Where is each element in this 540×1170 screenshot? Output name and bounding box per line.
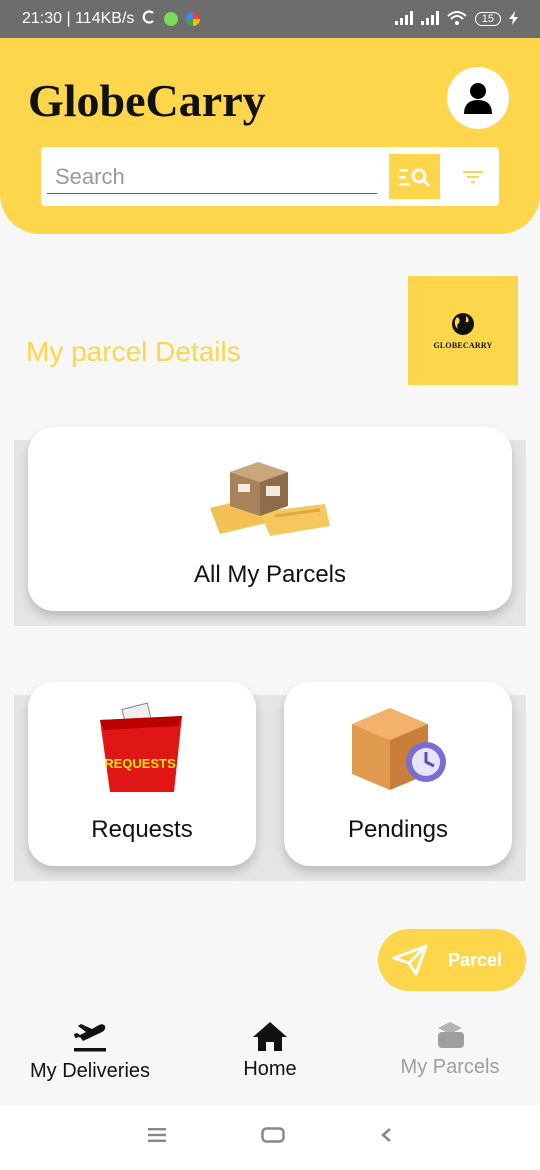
search-button[interactable] [389, 154, 440, 199]
brand-title: GlobeCarry [28, 75, 266, 126]
nav-my-deliveries[interactable]: My Deliveries [0, 1020, 180, 1083]
flight-takeoff-icon [74, 1024, 106, 1052]
status-time: 21:30 | 114KB/s [22, 10, 135, 27]
signal-icon [394, 10, 413, 28]
bottom-navigation: My Deliveries Home My Parcels [0, 1010, 540, 1105]
send-parcel-label: Parcel [448, 949, 503, 970]
search-input[interactable] [47, 160, 377, 194]
nav-home-label: Home [243, 1058, 297, 1080]
parcels-illustration-icon [210, 462, 330, 536]
search-bar [41, 147, 499, 206]
user-icon [464, 83, 492, 114]
back-icon[interactable] [380, 1127, 392, 1148]
app-notification-icon [164, 12, 179, 26]
home-icon [253, 1022, 287, 1051]
globe-icon [452, 313, 474, 335]
wifi-icon [447, 10, 467, 29]
all-my-parcels-card[interactable]: All My Parcels [28, 427, 512, 611]
app-header: GlobeCarry [0, 38, 540, 234]
pendings-label: Pendings [347, 816, 449, 843]
nav-my-parcels[interactable]: My Parcels [360, 1020, 540, 1079]
filter-button[interactable] [461, 165, 485, 189]
requests-card[interactable]: REQUESTS Requests [28, 682, 256, 866]
chrome-icon [186, 12, 201, 26]
status-bar: 21:30 | 114KB/s 15 [0, 0, 540, 38]
requests-art-text: REQUESTS [104, 756, 176, 771]
nav-home[interactable]: Home [180, 1020, 360, 1081]
profile-avatar-button[interactable] [447, 67, 509, 129]
search-list-icon [398, 168, 430, 187]
nav-my-parcels-label: My Parcels [400, 1056, 500, 1078]
charging-icon [509, 10, 518, 28]
battery-icon: 15 [474, 12, 501, 26]
send-parcel-button[interactable]: Parcel [378, 929, 526, 991]
sync-icon [142, 9, 156, 29]
signal-icon-2 [420, 10, 439, 28]
parcel-box-icon [438, 1022, 464, 1048]
requests-label: Requests [91, 816, 193, 843]
globecarry-logo: GLOBECARRY [408, 276, 518, 385]
filter-icon [463, 171, 483, 183]
home-system-icon[interactable] [261, 1127, 285, 1148]
send-icon [392, 944, 428, 976]
nav-my-deliveries-label: My Deliveries [29, 1060, 151, 1082]
logo-text: GLOBECARRY [433, 341, 493, 350]
all-my-parcels-label: All My Parcels [193, 561, 347, 588]
pendings-card[interactable]: Pendings [284, 682, 512, 866]
pending-parcel-icon [352, 708, 446, 790]
section-title: My parcel Details [26, 336, 241, 367]
system-navigation-bar [0, 1105, 540, 1170]
requests-box-icon: REQUESTS [100, 702, 182, 792]
menu-icon[interactable] [147, 1128, 166, 1147]
